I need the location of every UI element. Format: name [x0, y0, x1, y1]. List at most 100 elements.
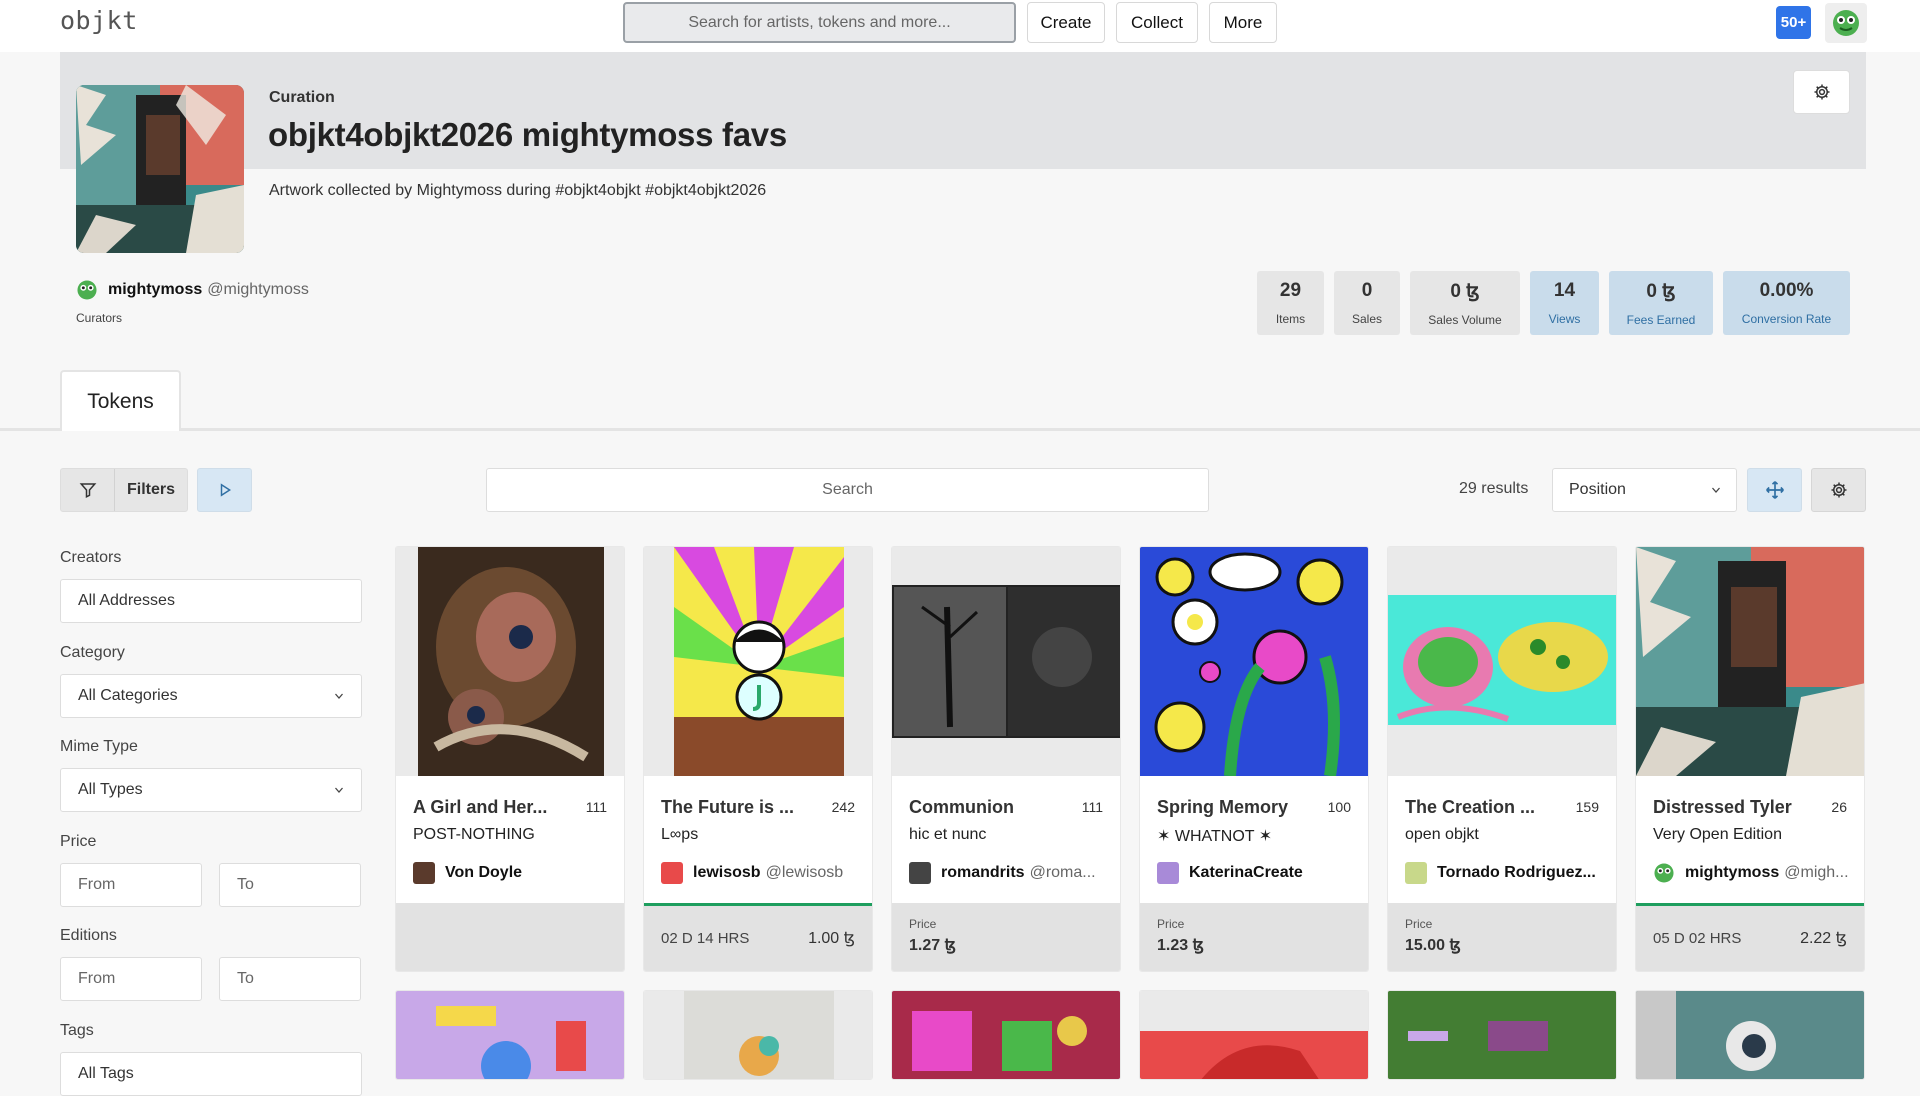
tab-divider	[0, 428, 1920, 431]
creator-handle: @lewisosb	[765, 864, 844, 881]
creator-avatar	[1157, 862, 1179, 884]
creator-avatar	[909, 862, 931, 884]
filters-button[interactable]: Filters	[60, 468, 188, 512]
token-image	[1636, 991, 1864, 1079]
token-creator[interactable]: Tornado Rodriguez...	[1405, 862, 1605, 884]
token-card[interactable]: Distressed Tyler 26 Very Open Edition mi…	[1635, 546, 1865, 972]
price-from-input[interactable]: From	[60, 863, 202, 907]
frog-avatar-icon	[1833, 10, 1859, 36]
token-price: 1.23 ꜩ	[1157, 937, 1204, 954]
category-select[interactable]: All Categories	[60, 674, 362, 718]
price-label: Price	[909, 917, 937, 931]
token-collection: Very Open Edition	[1653, 826, 1782, 843]
token-editions: 26	[1831, 799, 1847, 815]
funnel-icon	[79, 483, 96, 498]
auction-countdown: 02 D 14 HRS	[661, 930, 750, 947]
token-title: The Creation ...	[1405, 797, 1536, 817]
token-collection: L∞ps	[661, 826, 699, 843]
tab-tokens[interactable]: Tokens	[60, 370, 181, 431]
token-card[interactable]: The Creation ... 159 open objkt Tornado …	[1387, 546, 1617, 972]
auction-price: 2.22 ꜩ	[1800, 930, 1847, 947]
token-editions: 242	[831, 799, 855, 815]
curation-eyebrow: Curation	[269, 89, 335, 106]
creator-avatar	[413, 862, 435, 884]
play-button[interactable]	[197, 468, 252, 512]
more-button[interactable]: More	[1209, 2, 1277, 43]
token-card[interactable]	[891, 990, 1121, 1080]
token-card[interactable]	[395, 990, 625, 1080]
token-price: 1.27 ꜩ	[909, 937, 956, 954]
token-creator[interactable]: romandrits @roma...	[909, 862, 1109, 884]
token-editions: 100	[1327, 799, 1351, 815]
price-label: Price	[1405, 917, 1433, 931]
token-creator[interactable]: KaterinaCreate	[1157, 862, 1357, 884]
creator-name: Tornado Rodriguez...	[1437, 864, 1596, 881]
token-editions: 111	[1081, 799, 1103, 815]
tags-select[interactable]: All Tags	[60, 1052, 362, 1096]
top-bar: objkt Search for artists, tokens and mor…	[0, 0, 1920, 52]
token-card[interactable]: A Girl and Her... 111 POST-NOTHING Von D…	[395, 546, 625, 972]
tags-label: Tags	[60, 1022, 94, 1039]
token-card[interactable]	[1139, 990, 1369, 1080]
notifications-badge[interactable]: 50+	[1776, 6, 1811, 39]
token-footer: Price 1.23 ꜩ	[1140, 903, 1368, 971]
global-search-input[interactable]: Search for artists, tokens and more...	[623, 2, 1016, 43]
creator-handle: @roma...	[1029, 864, 1096, 881]
token-footer	[396, 903, 624, 971]
creator-name: Von Doyle	[445, 864, 523, 881]
tags-value: All Tags	[78, 1065, 134, 1082]
token-card[interactable]: The Future is ... 242 L∞ps lewisosb @lewi…	[643, 546, 873, 972]
collect-button[interactable]: Collect	[1116, 2, 1198, 43]
chevron-down-icon	[335, 693, 343, 699]
curator-name: mightymoss	[108, 281, 203, 298]
user-avatar[interactable]	[1825, 3, 1867, 43]
create-button[interactable]: Create	[1027, 2, 1105, 43]
filters-label: Filters	[127, 481, 176, 498]
page-title: objkt4objkt2026 mightymoss favs	[268, 116, 787, 153]
curator-link[interactable]: mightymoss @mightymoss	[76, 279, 309, 301]
creators-input[interactable]: All Addresses	[60, 579, 362, 623]
view-settings-button[interactable]	[1811, 468, 1866, 512]
token-creator[interactable]: lewisosb @lewisosb	[661, 862, 861, 884]
token-footer: Price 15.00 ꜩ	[1388, 903, 1616, 971]
token-title: Communion	[909, 797, 1014, 817]
token-image	[1140, 991, 1368, 1079]
drag-reorder-button[interactable]	[1747, 468, 1802, 512]
creator-name: romandrits	[941, 864, 1025, 881]
mime-type-value: All Types	[78, 781, 143, 798]
stat-sales: 0 Sales	[1334, 271, 1400, 335]
token-search-input[interactable]: Search	[486, 468, 1209, 512]
price-label: Price	[60, 833, 97, 850]
stat-views: 14 Views	[1530, 271, 1599, 335]
stat-items: 29 Items	[1257, 271, 1324, 335]
token-creator[interactable]: Von Doyle	[413, 862, 613, 884]
mime-type-select[interactable]: All Types	[60, 768, 362, 812]
gear-icon	[1831, 482, 1846, 498]
stat-fees-earned: 0 ꜩ Fees Earned	[1609, 271, 1713, 335]
mime-type-label: Mime Type	[60, 738, 138, 755]
token-title: Distressed Tyler	[1653, 797, 1792, 817]
token-creator[interactable]: mightymoss @migh...	[1653, 862, 1853, 884]
creator-name: lewisosb	[693, 864, 761, 881]
sort-select[interactable]: Position	[1552, 468, 1737, 512]
creators-label: Creators	[60, 549, 122, 566]
token-card[interactable]	[643, 990, 873, 1080]
objkt-logo[interactable]: objkt	[60, 6, 138, 35]
token-card[interactable]	[1387, 990, 1617, 1080]
token-card[interactable]: Communion 111 hic et nunc romandrits @rom…	[891, 546, 1121, 972]
curation-settings-button[interactable]	[1793, 70, 1850, 114]
editions-to-input[interactable]: To	[219, 957, 361, 1001]
token-card[interactable]	[1635, 990, 1865, 1080]
move-arrows-icon	[1765, 481, 1784, 499]
token-title: A Girl and Her...	[413, 797, 548, 817]
token-image	[1636, 547, 1864, 776]
token-image	[396, 991, 624, 1079]
editions-from-input[interactable]: From	[60, 957, 202, 1001]
curation-description: Artwork collected by Mightymoss during #…	[269, 182, 767, 199]
price-to-input[interactable]: To	[219, 863, 361, 907]
token-collection: POST-NOTHING	[413, 826, 535, 843]
token-card[interactable]: Spring Memory 100 ✶ WHATNOT ✶ KaterinaCr…	[1139, 546, 1369, 972]
token-collection: open objkt	[1405, 826, 1479, 843]
token-title: The Future is ...	[661, 797, 795, 817]
token-image	[644, 991, 872, 1079]
